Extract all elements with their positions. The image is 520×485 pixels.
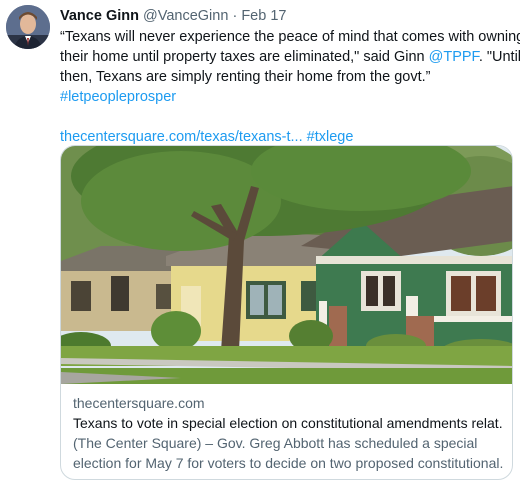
tweet-text-line: their home until property taxes are elim… <box>60 47 520 67</box>
hashtag-link[interactable]: #txlege <box>307 129 354 145</box>
tweet-text: “Texans will never experience the peace … <box>60 27 520 147</box>
tweet-date[interactable]: Feb 17 <box>241 8 286 24</box>
tweet[interactable]: Vance Ginn @VanceGinn · Feb 17 “Texans w… <box>0 0 520 485</box>
article-url-link[interactable]: thecentersquare.com/texas/texans-t... <box>60 129 303 145</box>
card-description: (The Center Square) – Gov. Greg Abbott h… <box>73 435 478 451</box>
card-description: election for May 7 for voters to decide … <box>73 455 503 471</box>
tweet-header: Vance Ginn @VanceGinn · Feb 17 <box>60 7 286 25</box>
author-handle[interactable]: @VanceGinn <box>143 8 228 24</box>
link-preview-card[interactable]: thecentersquare.com Texans to vote in sp… <box>60 145 513 480</box>
tweet-text-line: then, Texans are simply renting their ho… <box>60 69 431 85</box>
avatar[interactable] <box>6 5 50 49</box>
tweet-text-line: “Texans will never experience the peace … <box>60 29 520 45</box>
tweet-text-segment: . "Until <box>478 49 520 65</box>
tweet-text-segment: their home until property taxes are elim… <box>60 49 429 65</box>
separator-dot: · <box>232 8 238 24</box>
author-name[interactable]: Vance Ginn <box>60 8 139 24</box>
card-text: thecentersquare.com Texans to vote in sp… <box>73 393 503 473</box>
card-domain: thecentersquare.com <box>73 395 205 411</box>
hashtag-link[interactable]: #letpeopleprosper <box>60 89 176 105</box>
tweet-text-line: #letpeopleprosper <box>60 87 510 107</box>
mention-link[interactable]: @TPPF <box>429 49 479 65</box>
card-title: Texans to vote in special election on co… <box>73 415 503 431</box>
card-image[interactable] <box>61 146 512 384</box>
houses-photo <box>61 146 512 384</box>
tweet-text-line: thecentersquare.com/texas/texans-t... #t… <box>60 127 510 147</box>
